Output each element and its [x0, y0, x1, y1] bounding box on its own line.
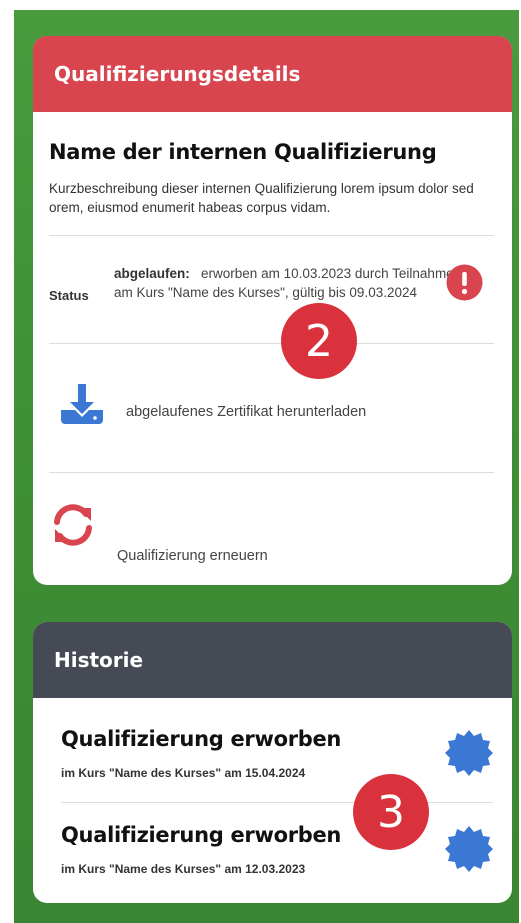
card-header: Qualifizierungsdetails	[33, 36, 512, 112]
status-label: Status	[49, 288, 89, 303]
download-certificate-button[interactable]: abgelaufenes Zertifikat herunterladen	[33, 366, 512, 456]
history-item-title: Qualifizierung erworben	[61, 727, 342, 751]
card-header: Historie	[33, 622, 512, 698]
qualification-description: Kurzbeschreibung dieser internen Qualifi…	[49, 181, 474, 215]
download-icon	[61, 384, 103, 424]
history-card: Historie Qualifizierung erworben im Kurs…	[33, 622, 512, 903]
history-item-subtitle: im Kurs "Name des Kurses" am 12.03.2023	[61, 862, 306, 876]
renew-qualification-label: Qualifizierung erneuern	[117, 548, 268, 564]
seal-badge-icon	[445, 826, 493, 872]
qualification-title: Name der internen Qualifizierung	[49, 140, 437, 164]
exclamation-circle-icon	[446, 264, 483, 301]
annotation-marker: 3	[353, 774, 429, 850]
card-header-title: Historie	[54, 648, 144, 672]
renew-qualification-button[interactable]: Qualifizierung erneuern	[33, 486, 512, 576]
divider	[49, 472, 494, 473]
history-item: Qualifizierung erworben im Kurs "Name de…	[33, 707, 512, 802]
qualification-details-card: Qualifizierungsdetails Name der internen…	[33, 36, 512, 585]
card-header-title: Qualifizierungsdetails	[54, 62, 301, 86]
download-certificate-label: abgelaufenes Zertifikat herunterladen	[126, 404, 367, 420]
seal-badge-icon	[445, 730, 493, 776]
history-item-title: Qualifizierung erworben	[61, 823, 342, 847]
status-text: abgelaufen: erworben am 10.03.2023 durch…	[114, 264, 454, 302]
history-item: Qualifizierung erworben im Kurs "Name de…	[33, 803, 512, 898]
history-item-subtitle: im Kurs "Name des Kurses" am 15.04.2024	[61, 766, 306, 780]
divider	[49, 343, 494, 344]
status-state: abgelaufen:	[114, 266, 190, 281]
refresh-icon	[54, 504, 92, 546]
divider	[49, 235, 494, 236]
annotation-marker: 2	[281, 303, 357, 379]
